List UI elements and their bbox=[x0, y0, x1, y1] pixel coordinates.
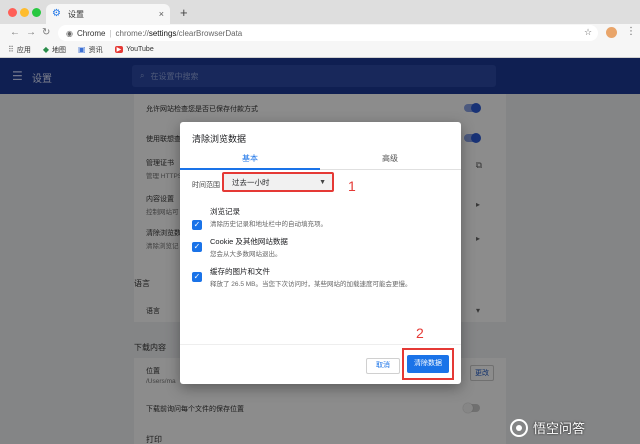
tab-basic[interactable]: 基本 bbox=[180, 150, 320, 170]
tab-advanced[interactable]: 高级 bbox=[320, 150, 460, 170]
new-tab-button[interactable]: + bbox=[180, 6, 188, 20]
browser-toolbar: ← → ↻ ◉ Chrome | chrome:// settings /cle… bbox=[0, 24, 640, 42]
maps-pin-icon: ◆ bbox=[42, 45, 50, 54]
window-zoom-button[interactable] bbox=[32, 8, 41, 17]
cache-checkbox[interactable]: ✓ bbox=[192, 272, 202, 282]
tab-close-button[interactable]: × bbox=[159, 9, 164, 19]
bookmark-youtube[interactable]: ▶ YouTube bbox=[114, 46, 154, 53]
url-host: chrome:// bbox=[115, 28, 149, 38]
watermark-text: 悟空问答 bbox=[533, 421, 586, 436]
watermark: 悟空问答 bbox=[510, 418, 585, 437]
history-label: 浏览记录 bbox=[210, 207, 240, 216]
bookmark-news[interactable]: ▣ 资讯 bbox=[78, 45, 103, 55]
browser-tab-settings[interactable]: ⚙ 设置 × bbox=[46, 4, 170, 24]
back-button[interactable]: ← bbox=[10, 26, 20, 40]
bookmark-star-icon[interactable]: ☆ bbox=[584, 27, 592, 38]
clear-data-button[interactable]: 清除数据 bbox=[407, 355, 449, 373]
browser-titlebar: ⚙ 设置 × + bbox=[0, 0, 640, 24]
apps-grid-icon: ⠿ bbox=[8, 45, 14, 54]
cache-label: 缓存的图片和文件 bbox=[210, 267, 270, 276]
dropdown-caret-icon: ▼ bbox=[319, 179, 326, 186]
address-bar[interactable]: ◉ Chrome | chrome:// settings /clearBrow… bbox=[58, 25, 598, 41]
window-close-button[interactable] bbox=[8, 8, 17, 17]
bookmark-label: YouTube bbox=[126, 46, 154, 53]
bookmark-label: 地图 bbox=[52, 46, 67, 54]
cookies-label: Cookie 及其他网站数据 bbox=[210, 237, 288, 246]
cookies-checkbox[interactable]: ✓ bbox=[192, 242, 202, 252]
url-label: Chrome bbox=[76, 28, 106, 38]
clear-browsing-data-dialog: 清除浏览数据 基本 高级 时间范围 过去一小时 ▼ ✓ 浏览记录 清除历史记录和… bbox=[180, 122, 461, 384]
gear-icon: ⚙ bbox=[52, 8, 61, 19]
profile-avatar[interactable] bbox=[606, 27, 617, 38]
window-minimize-button[interactable] bbox=[20, 8, 29, 17]
bookmark-label: 应用 bbox=[16, 46, 31, 54]
annotation-1: 1 bbox=[348, 178, 356, 194]
history-desc: 清除历史记录和地址栏中的自动填充项。 bbox=[210, 221, 327, 228]
bookmarks-bar: ⠿ 应用 ◆ 地图 ▣ 资讯 ▶ YouTube bbox=[0, 42, 640, 58]
wukong-logo-icon bbox=[510, 418, 528, 437]
time-range-label: 时间范围 bbox=[192, 182, 220, 189]
url-separator: | bbox=[109, 28, 112, 38]
news-icon: ▣ bbox=[78, 45, 86, 54]
more-menu-icon[interactable]: ⋮ bbox=[626, 25, 636, 39]
cancel-button[interactable]: 取消 bbox=[366, 358, 400, 374]
cookies-desc: 您会从大多数网站退出。 bbox=[210, 251, 282, 258]
time-range-select[interactable]: 过去一小时 ▼ bbox=[222, 172, 334, 192]
tab-title: 设置 bbox=[68, 9, 84, 19]
url-path: settings bbox=[148, 28, 177, 38]
annotation-2: 2 bbox=[416, 325, 424, 341]
bookmark-label: 资讯 bbox=[88, 46, 103, 54]
history-checkbox[interactable]: ✓ bbox=[192, 220, 202, 230]
reload-button[interactable]: ↻ bbox=[42, 26, 50, 40]
dialog-divider bbox=[180, 344, 461, 345]
forward-button[interactable]: → bbox=[26, 26, 36, 40]
cache-desc: 释放了 26.5 MB。当您下次访问时，某些网站的加载速度可能会更慢。 bbox=[210, 281, 412, 288]
bookmark-apps[interactable]: ⠿ 应用 bbox=[8, 45, 31, 55]
youtube-icon: ▶ bbox=[114, 46, 124, 53]
dialog-title: 清除浏览数据 bbox=[192, 134, 247, 144]
bookmark-maps[interactable]: ◆ 地图 bbox=[43, 45, 66, 55]
url-tail: /clearBrowserData bbox=[176, 28, 243, 38]
time-range-value: 过去一小时 bbox=[232, 177, 270, 187]
dialog-tabs: 基本 高级 bbox=[180, 150, 461, 170]
chrome-site-icon: ◉ bbox=[66, 28, 73, 38]
highlight-box-clear: 清除数据 bbox=[402, 348, 454, 380]
